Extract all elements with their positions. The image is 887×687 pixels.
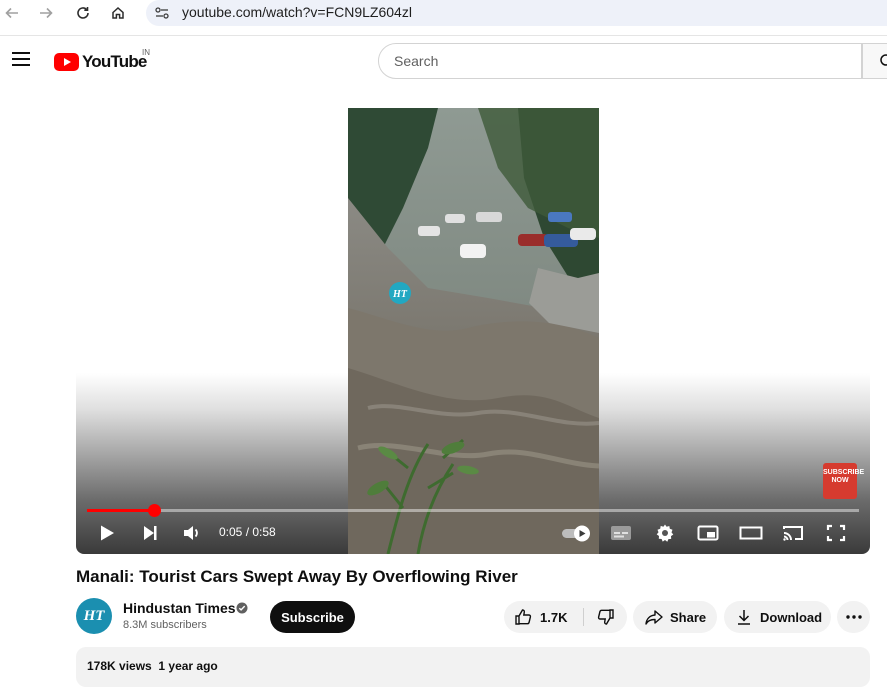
share-button[interactable]: Share	[633, 601, 717, 633]
more-actions-button[interactable]	[837, 601, 870, 633]
address-bar[interactable]: youtube.com/watch?v=FCN9LZ604zl	[146, 0, 887, 26]
youtube-header: YouTube IN	[0, 36, 887, 88]
theater-mode-button[interactable]	[739, 521, 763, 545]
description-box[interactable]: 178K views 1 year ago	[76, 647, 870, 687]
video-title: Manali: Tourist Cars Swept Away By Overf…	[76, 567, 518, 586]
url-text[interactable]: youtube.com/watch?v=FCN9LZ604zl	[182, 4, 412, 20]
volume-button[interactable]	[180, 521, 204, 545]
avatar-text: HT	[83, 607, 105, 624]
next-button[interactable]	[138, 521, 162, 545]
progress-bar[interactable]	[87, 504, 859, 517]
cast-icon	[783, 526, 803, 541]
download-button[interactable]: Download	[724, 601, 831, 633]
autoplay-toggle-icon	[562, 525, 590, 542]
site-settings-icon[interactable]	[154, 5, 170, 26]
player-watermark: HT	[392, 289, 408, 300]
subscribe-now-badge[interactable]: SUBSCRIBE NOW	[823, 463, 864, 499]
time-display: 0:05 / 0:58	[219, 525, 276, 539]
menu-icon[interactable]	[12, 52, 32, 68]
miniplayer-button[interactable]	[696, 521, 720, 545]
miniplayer-icon	[697, 525, 719, 541]
channel-avatar[interactable]: HT	[76, 598, 112, 634]
autoplay-toggle[interactable]	[560, 521, 594, 545]
view-count: 178K views	[87, 659, 152, 673]
theater-mode-icon	[739, 526, 763, 540]
forward-arrow-icon[interactable]	[36, 3, 56, 23]
search-icon	[880, 54, 887, 66]
like-count: 1.7K	[540, 609, 568, 625]
home-icon[interactable]	[108, 3, 128, 23]
reload-icon[interactable]	[73, 3, 93, 23]
more-horizontal-icon	[845, 615, 862, 619]
publish-date: 1 year ago	[158, 659, 218, 673]
subtitles-icon	[611, 526, 631, 540]
progress-scrubber[interactable]	[148, 504, 161, 517]
gear-icon	[656, 524, 674, 542]
thumbs-up-icon	[515, 609, 532, 625]
search-button[interactable]	[862, 43, 887, 79]
search-box[interactable]	[378, 43, 862, 79]
thumbs-down-icon	[597, 609, 614, 625]
download-label: Download	[760, 609, 823, 625]
share-icon	[645, 610, 663, 625]
share-label: Share	[670, 609, 707, 625]
progress-played	[87, 509, 154, 512]
description-meta: 178K views 1 year ago	[87, 659, 218, 673]
like-button[interactable]: 1.7K	[504, 601, 583, 633]
video-frame[interactable]: HT	[348, 108, 599, 554]
like-dislike-group: 1.7K	[504, 601, 627, 633]
subscribe-button[interactable]: Subscribe	[270, 601, 355, 633]
fullscreen-icon	[826, 524, 846, 542]
back-arrow-icon[interactable]	[2, 3, 22, 23]
cast-button[interactable]	[781, 521, 805, 545]
dislike-button[interactable]	[584, 601, 627, 633]
settings-button[interactable]	[653, 521, 677, 545]
flood-scene-image: HT	[348, 108, 599, 554]
play-logo-icon	[54, 53, 79, 71]
browser-toolbar: youtube.com/watch?v=FCN9LZ604zl	[0, 0, 887, 26]
next-icon	[144, 526, 157, 540]
subtitles-button[interactable]	[609, 521, 633, 545]
download-icon	[738, 610, 750, 625]
logo-text: YouTube	[82, 52, 147, 71]
region-code: IN	[142, 48, 150, 57]
video-player[interactable]: HT SUBSCRIBE NOW 0:05 / 0:58	[76, 108, 870, 554]
volume-icon	[184, 526, 198, 540]
youtube-logo[interactable]: YouTube	[54, 52, 147, 72]
play-button[interactable]	[95, 521, 119, 545]
fullscreen-button[interactable]	[824, 521, 848, 545]
subscriber-count: 8.3M subscribers	[123, 619, 207, 631]
search-input[interactable]	[394, 53, 834, 69]
channel-name[interactable]: Hindustan Times	[123, 600, 236, 616]
play-icon	[101, 525, 114, 541]
verified-badge-icon	[236, 601, 248, 619]
